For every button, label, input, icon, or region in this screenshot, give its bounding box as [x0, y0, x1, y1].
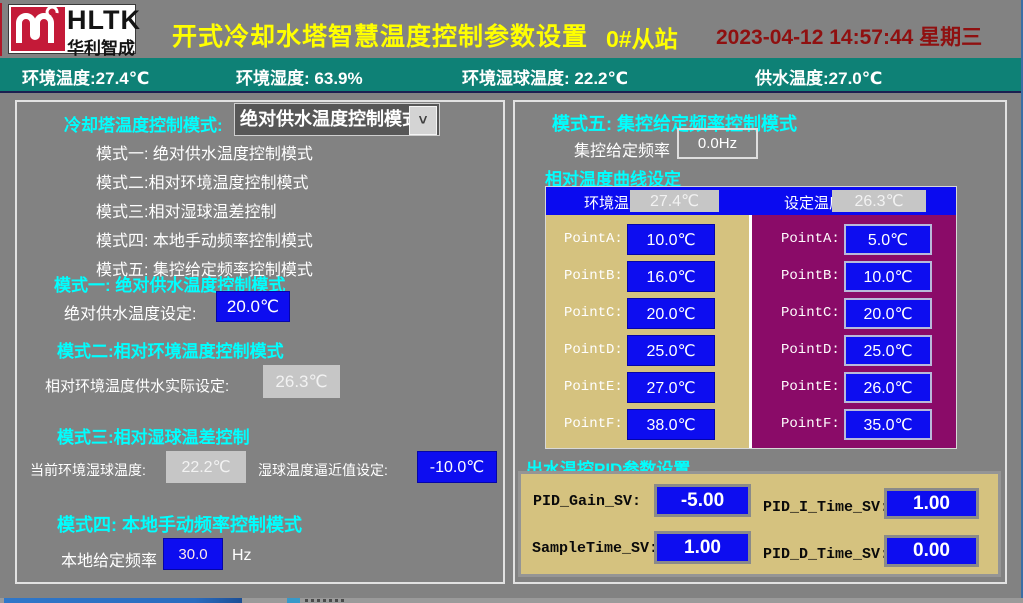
- env-pointA-value[interactable]: 10.0℃: [627, 224, 715, 255]
- env-pointD-value[interactable]: 25.0℃: [627, 335, 715, 366]
- local-frequency-unit: Hz: [232, 547, 252, 565]
- header-bar: HLTK 华利智成 开式冷却水塔智慧温度控制参数设置 0#从站 2023-04-…: [0, 0, 1023, 58]
- sampletime-value[interactable]: 1.00: [654, 531, 751, 564]
- supply-water-temp-readout: 供水温度:27.0℃: [755, 64, 882, 89]
- env-pointC-label: PointC:: [564, 305, 623, 321]
- mode3-section-title: 模式三:相对湿球温差控制: [57, 423, 250, 448]
- datetime-display: 2023-04-12 14:57:44 星期三: [716, 21, 982, 51]
- set-pointD-value[interactable]: 25.0℃: [844, 335, 932, 366]
- screen-edge-left-red: [0, 3, 2, 56]
- page-title: 开式冷却水塔智慧温度控制参数设置: [172, 17, 588, 53]
- pid-itime-label: PID_I_Time_SV:: [763, 499, 889, 516]
- env-pointB-value[interactable]: 16.0℃: [627, 261, 715, 292]
- abs-supply-temp-setpoint[interactable]: 20.0℃: [216, 291, 290, 322]
- env-pointB-label: PointB:: [564, 268, 623, 284]
- curve-set-column: PointA: 5.0℃ PointB: 10.0℃ PointC: 20.0℃…: [752, 215, 956, 448]
- hltk-logo-icon: [11, 7, 65, 51]
- hmi-screen: HLTK 华利智成 开式冷却水塔智慧温度控制参数设置 0#从站 2023-04-…: [0, 0, 1023, 603]
- set-pointD-label: PointD:: [781, 342, 840, 358]
- mode2-field-label: 相对环境温度供水实际设定:: [45, 375, 229, 396]
- relative-env-supply-actual: 26.3℃: [263, 365, 340, 398]
- local-frequency-label: 本地给定频率: [61, 547, 157, 571]
- mode-list-item-1: 模式一: 绝对供水温度控制模式: [96, 140, 313, 169]
- set-pointC-value[interactable]: 20.0℃: [844, 298, 932, 329]
- mode-list-item-4: 模式四: 本地手动频率控制模式: [96, 227, 313, 256]
- env-pointE-label: PointE:: [564, 379, 623, 395]
- pid-dtime-label: PID_D_Time_SV:: [763, 546, 889, 563]
- station-label: 0#从站: [606, 20, 678, 54]
- wetbulb-approach-label: 湿球温度逼近值设定:: [258, 460, 388, 480]
- taskbar-window-button[interactable]: [4, 598, 242, 603]
- env-pointF-value[interactable]: 38.0℃: [627, 409, 715, 440]
- wetbulb-approach-setpoint[interactable]: -10.0℃: [417, 451, 497, 483]
- curve-table-header: 环境温度: 27.4℃ 设定温度: 26.3℃: [546, 187, 956, 215]
- local-frequency-setpoint[interactable]: 30.0: [163, 538, 223, 570]
- env-pointE-value[interactable]: 27.0℃: [627, 372, 715, 403]
- mode4-section-title: 模式四: 本地手动频率控制模式: [57, 511, 302, 537]
- chevron-down-icon[interactable]: ˅: [409, 106, 437, 135]
- central-frequency-label: 集控给定频率: [574, 137, 670, 161]
- mode-select-label: 冷却塔温度控制模式:: [64, 111, 223, 136]
- set-pointF-label: PointF:: [781, 416, 840, 432]
- set-pointE-label: PointE:: [781, 379, 840, 395]
- env-humidity-readout: 环境湿度: 63.9%: [236, 64, 363, 89]
- set-pointB-label: PointB:: [781, 268, 840, 284]
- mode-list: 模式一: 绝对供水温度控制模式 模式二:相对环境温度控制模式 模式三:相对湿球温…: [96, 140, 313, 285]
- sampletime-label: SampleTime_SV:: [532, 540, 658, 557]
- env-wetbulb-readout: 环境湿球温度: 22.2℃: [462, 64, 628, 89]
- mode-list-item-2: 模式二:相对环境温度控制模式: [96, 169, 313, 198]
- mode-select-dropdown[interactable]: 绝对供水温度控制模式 ˅: [234, 103, 440, 136]
- env-pointA-label: PointA:: [564, 231, 623, 247]
- env-pointC-value[interactable]: 20.0℃: [627, 298, 715, 329]
- env-pointF-label: PointF:: [564, 416, 623, 432]
- curve-env-temp-value: 27.4℃: [630, 190, 719, 212]
- set-pointA-value[interactable]: 5.0℃: [844, 224, 932, 255]
- curve-set-temp-value: 26.3℃: [832, 190, 926, 212]
- set-pointF-value[interactable]: 35.0℃: [844, 409, 932, 440]
- environment-bar: 环境温度:27.4℃ 环境湿度: 63.9% 环境湿球温度: 22.2℃ 供水温…: [0, 58, 1023, 93]
- pid-gain-value[interactable]: -5.00: [654, 484, 751, 517]
- pid-parameter-box: PID_Gain_SV: -5.00 PID_I_Time_SV: 1.00 S…: [518, 471, 1001, 577]
- set-pointE-value[interactable]: 26.0℃: [844, 372, 932, 403]
- env-pointD-label: PointD:: [564, 342, 623, 358]
- current-wetbulb-label: 当前环境湿球温度:: [30, 460, 146, 480]
- curve-env-column: PointA: 10.0℃ PointB: 16.0℃ PointC: 20.0…: [546, 215, 749, 448]
- current-wetbulb-value: 22.2℃: [166, 451, 246, 483]
- central-frequency-value: 0.0Hz: [677, 128, 758, 159]
- logo-brand-text: HLTK: [67, 5, 141, 36]
- env-temp-readout: 环境温度:27.4℃: [22, 64, 149, 89]
- taskbar-sliver[interactable]: [0, 598, 1023, 603]
- pid-gain-label: PID_Gain_SV:: [533, 493, 641, 510]
- mode2-section-title: 模式二:相对环境温度控制模式: [57, 337, 284, 362]
- pid-dtime-value[interactable]: 0.00: [884, 535, 979, 567]
- set-pointA-label: PointA:: [781, 231, 840, 247]
- mode-list-item-3: 模式三:相对湿球温差控制: [96, 198, 313, 227]
- mode5-section-title: 模式五: 集控给定频率控制模式: [552, 110, 797, 136]
- set-pointC-label: PointC:: [781, 305, 840, 321]
- logo-sub-text: 华利智成: [67, 34, 135, 59]
- set-pointB-value[interactable]: 10.0℃: [844, 261, 932, 292]
- pid-itime-value[interactable]: 1.00: [884, 488, 979, 519]
- mode1-field-label: 绝对供水温度设定:: [64, 300, 196, 324]
- taskbar-text-fragment: [305, 599, 345, 602]
- taskbar-icon[interactable]: [287, 598, 300, 603]
- company-logo: HLTK 华利智成: [8, 4, 136, 54]
- mode-select-value: 绝对供水温度控制模式: [240, 104, 420, 135]
- relative-temp-curve-table: 环境温度: 27.4℃ 设定温度: 26.3℃ PointA: 10.0℃ Po…: [545, 186, 957, 449]
